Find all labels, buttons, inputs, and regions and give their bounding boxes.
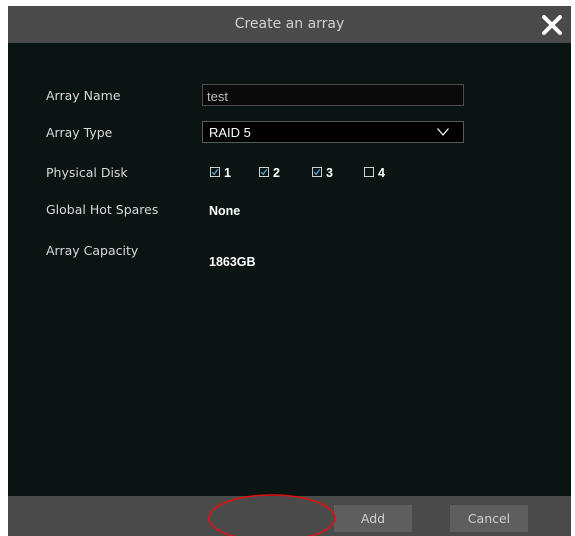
close-x-icon <box>541 14 563 36</box>
array-type-select[interactable]: RAID 5 <box>202 121 464 143</box>
disk-4-label: 4 <box>378 166 385 180</box>
create-array-dialog: Create an array Array Name Array Type RA… <box>8 6 571 536</box>
array-type-value: RAID 5 <box>209 125 251 140</box>
array-name-input[interactable] <box>202 84 464 106</box>
cancel-button[interactable]: Cancel <box>450 505 528 532</box>
close-button[interactable] <box>541 14 563 36</box>
dialog-footer: Add Cancel <box>8 496 571 536</box>
global-hot-spares-value: None <box>209 204 241 218</box>
array-type-label: Array Type <box>46 125 113 140</box>
disk-2-label: 2 <box>273 166 280 180</box>
array-capacity-value: 1863GB <box>209 255 256 269</box>
physical-disk-label: Physical Disk <box>46 165 128 180</box>
dialog-title: Create an array <box>234 16 345 32</box>
checkbox-box <box>312 167 322 177</box>
add-button[interactable]: Add <box>334 505 412 532</box>
checkbox-box <box>210 167 220 177</box>
dialog-titlebar: Create an array <box>8 6 571 43</box>
check-mark-icon <box>260 169 268 176</box>
checkbox-box <box>259 167 269 177</box>
check-mark-icon <box>313 169 321 176</box>
check-mark-icon <box>211 169 219 176</box>
array-capacity-label: Array Capacity <box>46 243 139 258</box>
disk-3-label: 3 <box>326 166 333 180</box>
checkbox-box <box>364 167 374 177</box>
global-hot-spares-label: Global Hot Spares <box>46 202 159 217</box>
array-name-label: Array Name <box>46 88 121 103</box>
disk-1-label: 1 <box>224 166 231 180</box>
chevron-down-icon <box>437 128 449 136</box>
